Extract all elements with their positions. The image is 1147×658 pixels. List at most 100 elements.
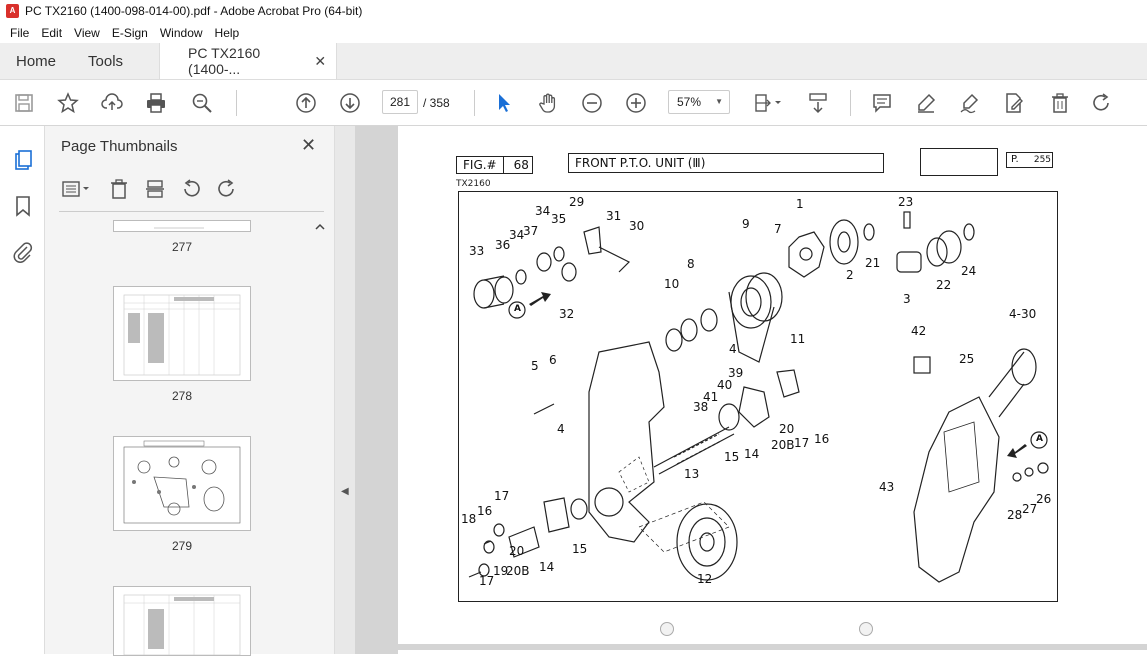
highlight-pen-icon[interactable] xyxy=(912,89,940,117)
thumbnail-278[interactable] xyxy=(113,286,251,381)
callout-number: 43 xyxy=(879,480,895,494)
fig-box: FIG.# 68 xyxy=(456,156,533,174)
callout-number: 13 xyxy=(684,467,700,481)
callout-number: 10 xyxy=(664,277,680,291)
page-label: P. xyxy=(1011,154,1019,165)
page-display-icon[interactable] xyxy=(750,89,786,117)
page-number-input[interactable]: 281 xyxy=(382,90,418,114)
thumbnail-279[interactable] xyxy=(113,436,251,531)
zoom-level-select[interactable]: 57% ▼ xyxy=(668,90,730,114)
tab-bar: Home Tools PC TX2160 (1400-... ✕ xyxy=(0,43,1147,80)
zoom-search-icon[interactable] xyxy=(188,89,216,117)
callout-number: 4-30 xyxy=(1009,307,1037,321)
callout-number: 26 xyxy=(1036,492,1052,506)
insert-page-icon[interactable] xyxy=(143,177,167,201)
menu-file[interactable]: File xyxy=(4,26,35,40)
callout-number: 21 xyxy=(865,256,881,270)
panel-collapse-handle[interactable]: ◀ xyxy=(335,126,355,654)
callout-number: 5 xyxy=(531,359,539,373)
rotate-right-icon[interactable] xyxy=(215,177,239,201)
chevron-down-icon: ▼ xyxy=(715,97,723,106)
pdf-page: FIG.# 68 FRONT P.T.O. UNIT (Ⅲ) P. 255 TX… xyxy=(398,126,1147,644)
thumbnail-label: 278 xyxy=(171,389,193,403)
zoom-out-icon[interactable] xyxy=(578,89,606,117)
thumbnail-tools xyxy=(59,176,239,202)
left-rail xyxy=(0,126,45,654)
callout-number: 25 xyxy=(959,352,975,366)
fig-label: FIG.# xyxy=(457,157,504,173)
zoom-level-value: 57% xyxy=(677,95,702,109)
menu-esign[interactable]: E-Sign xyxy=(106,26,154,40)
menu-window[interactable]: Window xyxy=(154,26,209,40)
callout-number: 17 xyxy=(494,489,510,503)
scroll-mode-icon[interactable] xyxy=(804,89,832,117)
callout-number: 30 xyxy=(629,219,645,233)
menu-help[interactable]: Help xyxy=(209,26,246,40)
callout-number: 2 xyxy=(846,268,854,282)
print-icon[interactable] xyxy=(142,89,170,117)
title-bar: A PC TX2160 (1400-098-014-00).pdf - Adob… xyxy=(0,0,1147,22)
close-panel-icon[interactable]: ✕ xyxy=(301,135,316,156)
callout-number: 11 xyxy=(790,332,806,346)
comment-icon[interactable] xyxy=(868,89,896,117)
fig-number: 68 xyxy=(513,158,529,172)
zoom-in-icon[interactable] xyxy=(622,89,650,117)
page-number-box: P. 255 xyxy=(1006,152,1053,168)
callout-number: 27 xyxy=(1022,502,1038,516)
hand-tool-icon[interactable] xyxy=(534,89,562,117)
thumbnail-scrollbar[interactable] xyxy=(313,220,327,650)
callout-number: 17 xyxy=(479,574,495,588)
view-marker-a: A xyxy=(1036,434,1043,444)
menu-edit[interactable]: Edit xyxy=(35,26,68,40)
window-title: PC TX2160 (1400-098-014-00).pdf - Adobe … xyxy=(25,4,363,18)
rotate-left-icon[interactable] xyxy=(179,177,203,201)
callout-number: 15 xyxy=(572,542,588,556)
menu-view[interactable]: View xyxy=(68,26,106,40)
callout-number: 4 xyxy=(729,342,737,356)
upload-cloud-icon[interactable] xyxy=(98,89,126,117)
page-number: 255 xyxy=(1033,155,1052,165)
view-marker-a: A xyxy=(514,304,521,314)
tab-home[interactable]: Home xyxy=(0,43,72,79)
sign-pen-icon[interactable] xyxy=(956,89,984,117)
callout-number: 14 xyxy=(744,447,760,461)
callout-number: 14 xyxy=(539,560,555,574)
callout-number: 20 xyxy=(779,422,795,436)
close-tab-icon[interactable]: ✕ xyxy=(314,53,326,70)
delete-page-icon[interactable] xyxy=(107,177,131,201)
callout-number: 24 xyxy=(961,264,977,278)
page-thumbnails-icon[interactable] xyxy=(11,148,35,172)
collapse-arrow-icon: ◀ xyxy=(341,486,349,497)
thumbnail-label: 279 xyxy=(171,539,193,553)
panel-title: Page Thumbnails xyxy=(61,138,178,155)
select-cursor-icon[interactable] xyxy=(490,89,518,117)
previous-page-icon[interactable] xyxy=(292,89,320,117)
options-menu-icon[interactable] xyxy=(59,177,95,201)
attachments-paperclip-icon[interactable] xyxy=(11,240,35,264)
bookmark-star-icon[interactable] xyxy=(54,89,82,117)
thumbnail-280[interactable] xyxy=(113,586,251,656)
callout-number: 9 xyxy=(742,217,750,231)
model-label: TX2160 xyxy=(456,179,491,189)
callout-number: 29 xyxy=(569,195,585,209)
delete-trash-icon[interactable] xyxy=(1046,89,1074,117)
page-dot-marker xyxy=(859,622,873,636)
callout-number: 16 xyxy=(814,432,830,446)
callout-number: 40 xyxy=(717,378,733,392)
callout-number: 20B xyxy=(771,438,795,452)
document-view[interactable]: FIG.# 68 FRONT P.T.O. UNIT (Ⅲ) P. 255 TX… xyxy=(355,126,1147,654)
save-icon[interactable] xyxy=(10,89,38,117)
thumbnail-277[interactable] xyxy=(113,220,251,232)
callout-number: 31 xyxy=(606,209,622,223)
callout-number: 41 xyxy=(703,390,719,404)
next-page-icon[interactable] xyxy=(336,89,364,117)
redo-rotate-icon[interactable] xyxy=(1088,89,1116,117)
edit-document-icon[interactable] xyxy=(1000,89,1028,117)
page-heading: FRONT P.T.O. UNIT (Ⅲ) xyxy=(568,153,884,173)
page-total: / 358 xyxy=(423,96,450,110)
toolbar: 281 / 358 57% ▼ xyxy=(0,80,1147,126)
blank-box xyxy=(920,148,998,176)
tab-document[interactable]: PC TX2160 (1400-... ✕ xyxy=(159,43,338,79)
bookmarks-icon[interactable] xyxy=(11,194,35,218)
tab-tools[interactable]: Tools xyxy=(72,43,139,79)
